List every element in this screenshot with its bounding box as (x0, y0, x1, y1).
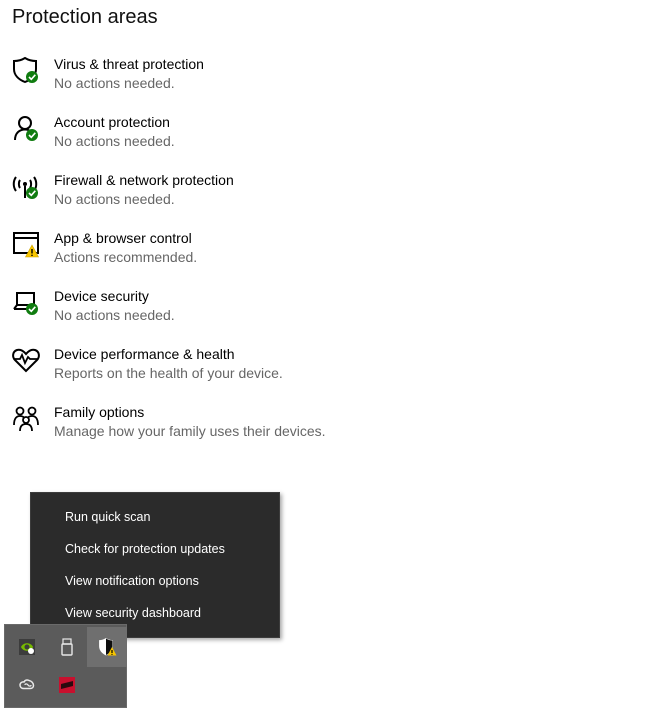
area-status: Manage how your family uses their device… (54, 423, 326, 439)
area-title: Device security (54, 288, 149, 304)
area-status: No actions needed. (54, 191, 175, 207)
area-title: Firewall & network protection (54, 172, 234, 188)
area-status: No actions needed. (54, 133, 175, 149)
menu-item-run-quick-scan[interactable]: Run quick scan (31, 501, 279, 533)
page-title: Protection areas (12, 6, 158, 28)
area-title: Family options (54, 404, 145, 420)
area-app-browser-control[interactable]: App & browser control Actions recommende… (0, 226, 400, 274)
heart-pulse-icon (11, 345, 41, 375)
usb-drive-icon[interactable] (47, 627, 87, 667)
family-icon (11, 403, 41, 433)
area-device-performance-health[interactable]: Device performance & health Reports on t… (0, 342, 400, 390)
browser-warning-icon (11, 229, 41, 259)
area-title: Virus & threat protection (54, 56, 204, 72)
area-status: Actions recommended. (54, 249, 198, 265)
shield-check-icon (11, 55, 41, 85)
nvidia-icon[interactable] (7, 627, 47, 667)
area-device-security[interactable]: Device security No actions needed. (0, 284, 400, 332)
area-status: No actions needed. (54, 75, 175, 91)
laptop-check-icon (11, 287, 41, 317)
area-virus-threat-protection[interactable]: Virus & threat protection No actions nee… (0, 52, 400, 100)
system-tray-overflow (4, 624, 127, 708)
area-family-options[interactable]: Family options Manage how your family us… (0, 400, 400, 448)
menu-item-view-notification-options[interactable]: View notification options (31, 565, 279, 597)
area-status: No actions needed. (54, 307, 175, 323)
creative-cloud-icon[interactable] (7, 665, 47, 705)
area-status: Reports on the health of your device. (54, 365, 283, 381)
area-firewall-network-protection[interactable]: Firewall & network protection No actions… (0, 168, 400, 216)
security-shield-warning-icon[interactable] (87, 627, 127, 667)
area-account-protection[interactable]: Account protection No actions needed. (0, 110, 400, 158)
red-app-icon[interactable] (47, 665, 87, 705)
wifi-check-icon (11, 171, 41, 201)
account-check-icon (11, 113, 41, 143)
area-title: App & browser control (54, 230, 192, 246)
area-title: Account protection (54, 114, 170, 130)
area-title: Device performance & health (54, 346, 235, 362)
tray-context-menu: Run quick scan Check for protection upda… (30, 492, 280, 638)
menu-item-check-protection-updates[interactable]: Check for protection updates (31, 533, 279, 565)
